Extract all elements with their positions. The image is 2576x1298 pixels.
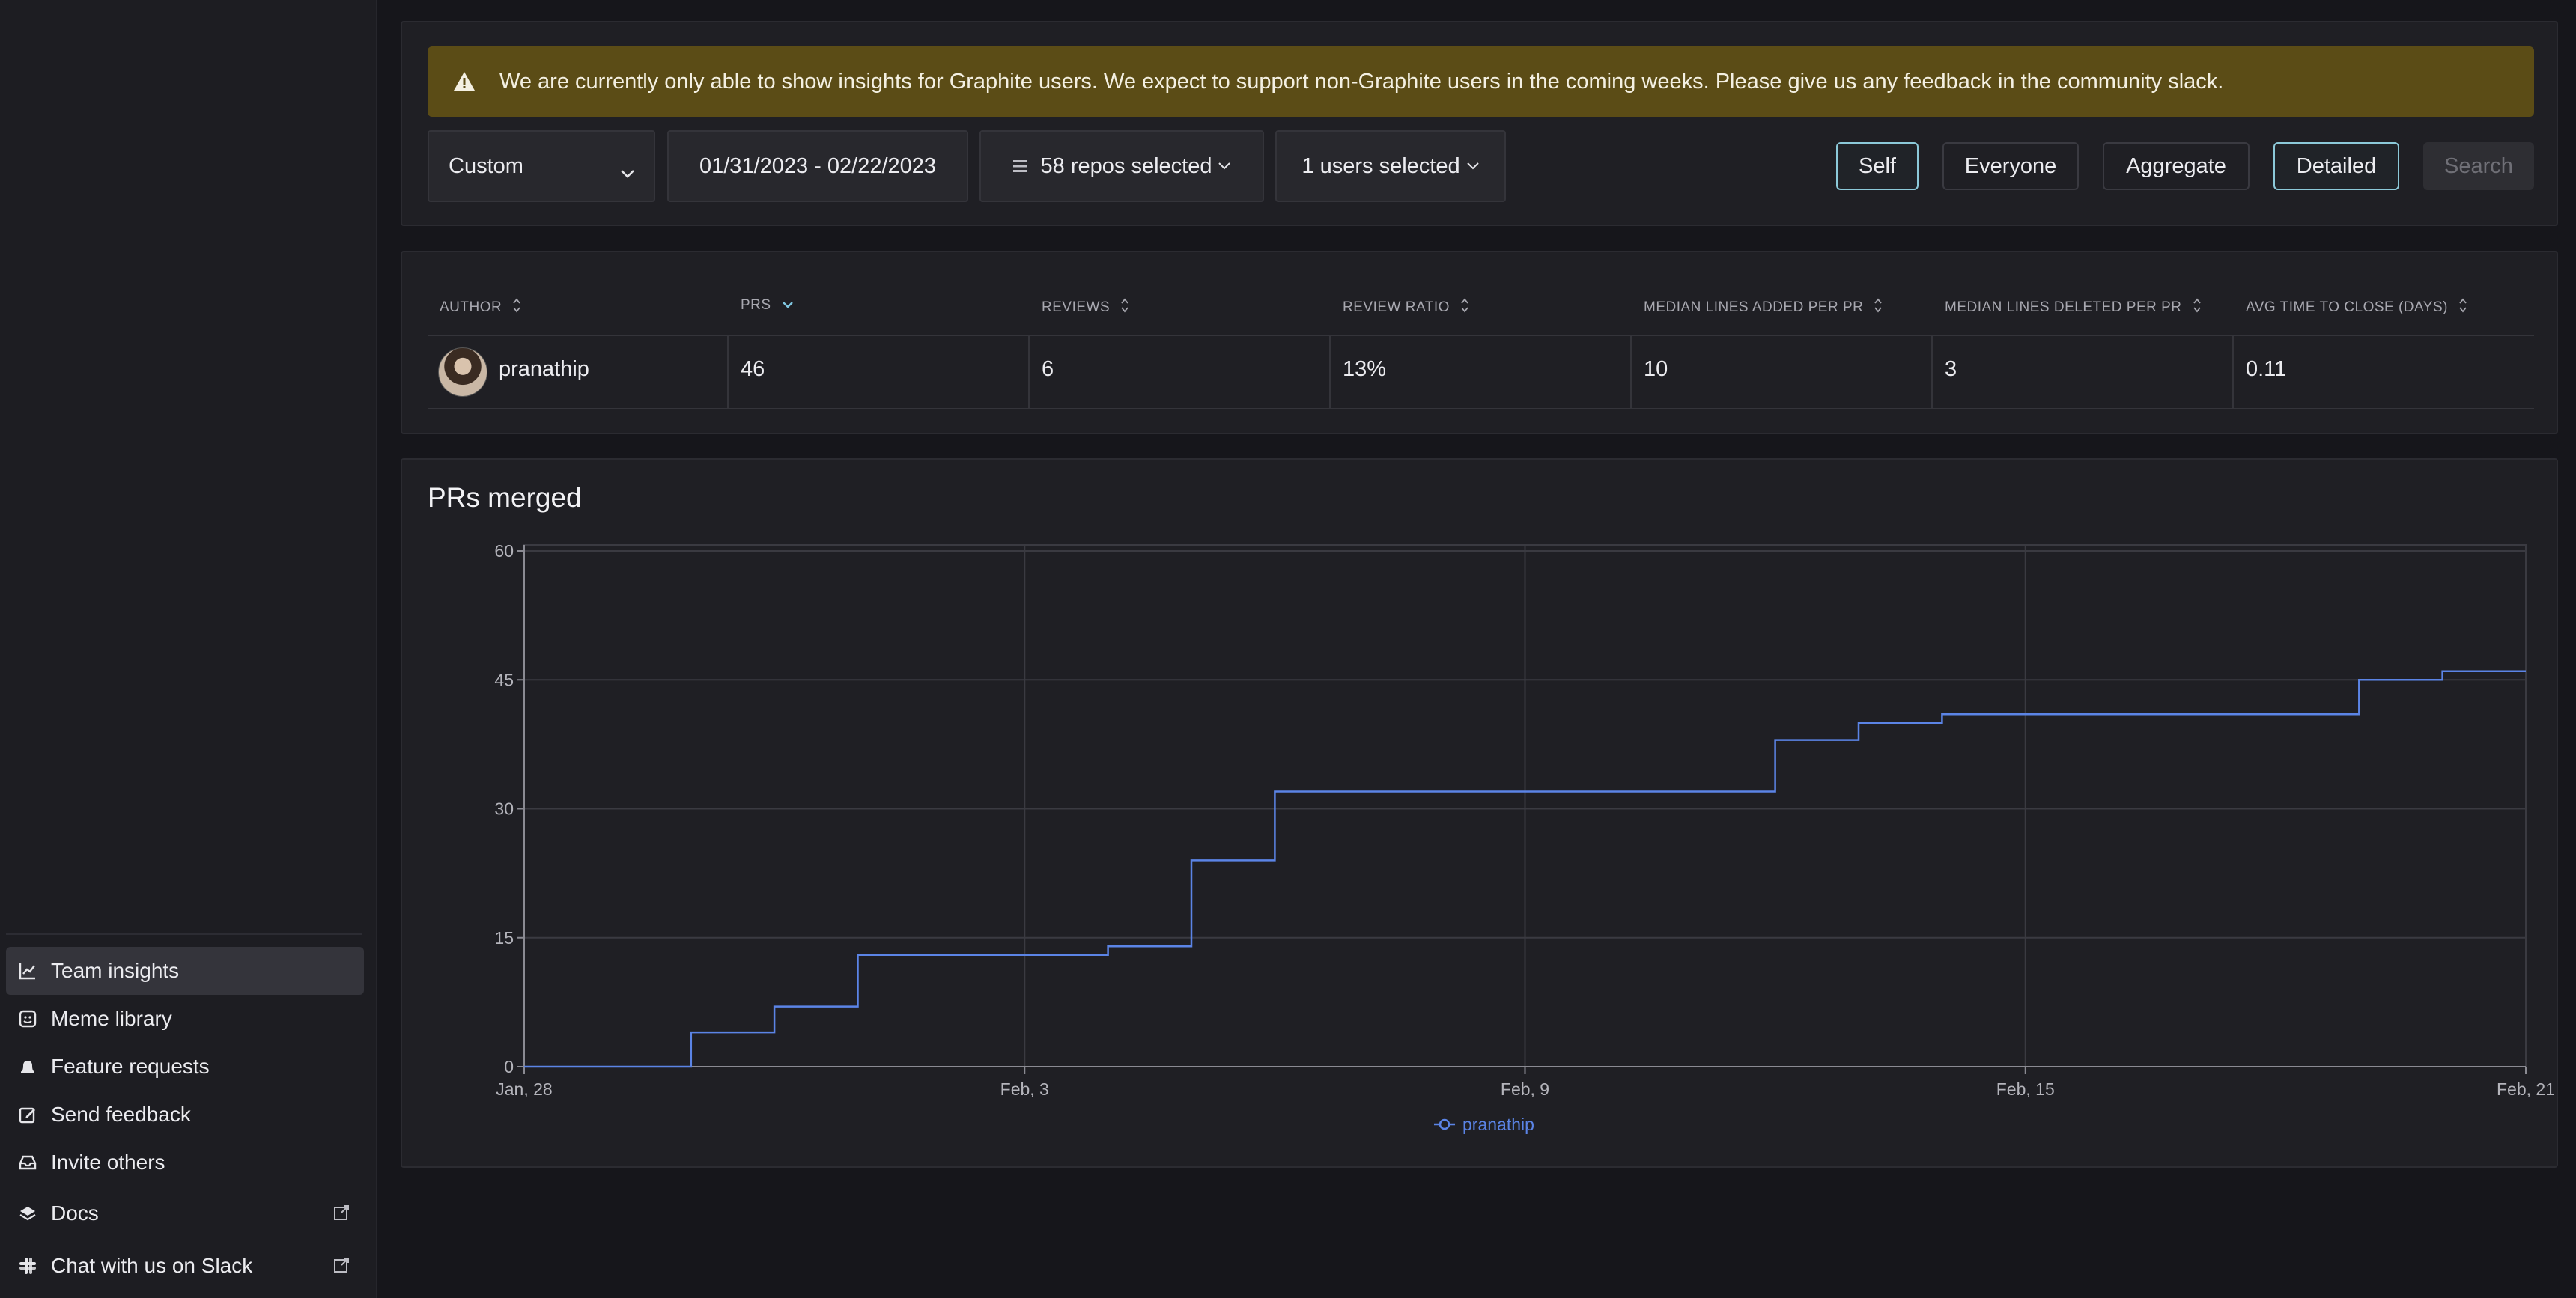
y-tick-label: 45 [494,670,514,689]
users-select[interactable]: 1 users selected [1275,130,1506,202]
meme-icon [18,1009,37,1029]
sidebar-divider [6,933,362,935]
column-separator [1931,336,1933,408]
sidebar-item-label: Team insights [51,959,180,982]
column-header-prs[interactable]: PRS [741,297,794,314]
everyone-button[interactable]: Everyone [1942,142,2079,190]
chevron-down-icon [619,160,636,185]
legend-swatch-marker [1439,1118,1450,1130]
sidebar-item-label: Feature requests [51,1055,210,1078]
cell-author[interactable]: pranathip [499,357,589,382]
column-header-review-ratio[interactable]: REVIEW RATIO [1343,297,1469,318]
detailed-button[interactable]: Detailed [2273,142,2399,190]
y-tick-label: 60 [494,541,514,561]
column-separator [2232,336,2234,408]
legend-label: pranathip [1462,1115,1534,1134]
sidebar: Team insights Meme library Feature reque… [0,0,377,1298]
chevron-down-icon [1218,162,1231,171]
table-divider [428,335,2534,336]
table-divider [428,408,2534,409]
x-tick-label: Feb, 15 [1996,1079,2055,1099]
x-tick-label: Feb, 3 [1000,1079,1049,1099]
sidebar-item-send-feedback[interactable]: Send feedback [6,1091,364,1139]
edit-icon [18,1105,37,1124]
sidebar-item-invite-others[interactable]: Invite others [6,1139,364,1186]
sidebar-item-label: Invite others [51,1151,165,1174]
column-header-median-added[interactable]: MEDIAN LINES ADDED PER PR [1644,297,1883,318]
sort-icon [1120,297,1129,318]
column-header-label: PRS [741,297,771,313]
sidebar-item-label: Chat with us on Slack [51,1254,253,1277]
sidebar-item-meme-library[interactable]: Meme library [6,995,364,1043]
column-header-avg-close[interactable]: AVG TIME TO CLOSE (DAYS) [2246,297,2467,318]
layers-icon [18,1204,37,1223]
cell-prs: 46 [741,357,765,381]
users-select-value: 1 users selected [1301,153,1460,178]
column-separator [727,336,729,408]
sidebar-item-docs[interactable]: Docs [6,1189,364,1237]
search-button[interactable]: Search [2423,142,2534,190]
aggregate-button[interactable]: Aggregate [2103,142,2250,190]
x-tick-label: Feb, 9 [1501,1079,1549,1099]
x-tick-label: Jan, 28 [496,1079,552,1099]
warning-icon [452,69,477,94]
sort-desc-icon [782,297,794,314]
sort-icon [1874,297,1883,318]
prs-merged-chart: 0 15 30 45 60 Jan, 28 Feb, 3 Feb, 9 Feb, 15 Feb, … [494,541,2555,1134]
inbox-icon [18,1153,37,1172]
external-link-icon [332,1255,350,1273]
bell-icon [18,1057,37,1076]
repos-select-value: 58 repos selected [1040,153,1212,178]
column-header-label: MEDIAN LINES DELETED PER PR [1945,299,2182,315]
y-tick-label: 15 [494,928,514,948]
avatar [438,347,487,397]
column-header-median-deleted[interactable]: MEDIAN LINES DELETED PER PR [1945,297,2202,318]
column-separator [1630,336,1632,408]
repos-select[interactable]: 58 repos selected [979,130,1264,202]
cell-median-added: 10 [1644,357,1668,381]
sidebar-item-label: Docs [51,1201,99,1225]
external-link-icon [332,1203,350,1221]
insights-table: AUTHOR PRS REVIEWS REVIEW RATIO MEDIAN L… [401,251,2558,434]
sort-icon [2458,297,2467,318]
list-icon [1012,159,1027,174]
column-header-label: AVG TIME TO CLOSE (DAYS) [2246,299,2448,315]
prs-merged-chart-card: PRs merged 0 15 30 45 60 Jan, 28 Feb, 3 Feb, 9F… [401,458,2558,1168]
sidebar-nav: Team insights Meme library Feature reque… [6,947,364,1290]
column-header-label: AUTHOR [440,299,502,315]
range-select-value: Custom [449,153,523,178]
filters-panel: We are currently only able to show insig… [401,21,2558,226]
column-header-reviews[interactable]: REVIEWS [1042,297,1129,318]
column-header-label: REVIEWS [1042,299,1111,315]
sidebar-item-team-insights[interactable]: Team insights [6,947,364,995]
sidebar-item-label: Meme library [51,1007,172,1030]
sort-icon [1460,297,1469,318]
chevron-down-icon [1466,162,1480,171]
date-range-value: 01/31/2023 - 02/22/2023 [699,153,937,178]
banner-text: We are currently only able to show insig… [499,69,2224,94]
sort-icon [512,297,521,318]
x-tick-label: Feb, 21 [2497,1079,2555,1099]
column-header-author[interactable]: AUTHOR [440,297,521,318]
sidebar-item-label: Send feedback [51,1103,191,1126]
self-button[interactable]: Self [1836,142,1919,190]
sidebar-item-feature-requests[interactable]: Feature requests [6,1043,364,1091]
sidebar-item-slack[interactable]: Chat with us on Slack [6,1242,364,1290]
warning-banner: We are currently only able to show insig… [428,46,2534,117]
cell-avg-close: 0.11 [2246,357,2287,381]
cell-reviews: 6 [1042,357,1054,381]
y-tick-label: 0 [504,1057,514,1076]
chart-line-icon [18,961,37,981]
column-separator [1329,336,1331,408]
sort-icon [2193,297,2202,318]
range-select[interactable]: Custom [428,130,655,202]
column-separator [1028,336,1030,408]
cell-review-ratio: 13% [1343,357,1387,381]
y-tick-label: 30 [494,799,514,819]
column-header-label: MEDIAN LINES ADDED PER PR [1644,299,1864,315]
slack-icon [18,1256,37,1276]
cell-median-deleted: 3 [1945,357,1957,381]
column-header-label: REVIEW RATIO [1343,299,1450,315]
date-range-input[interactable]: 01/31/2023 - 02/22/2023 [667,130,968,202]
